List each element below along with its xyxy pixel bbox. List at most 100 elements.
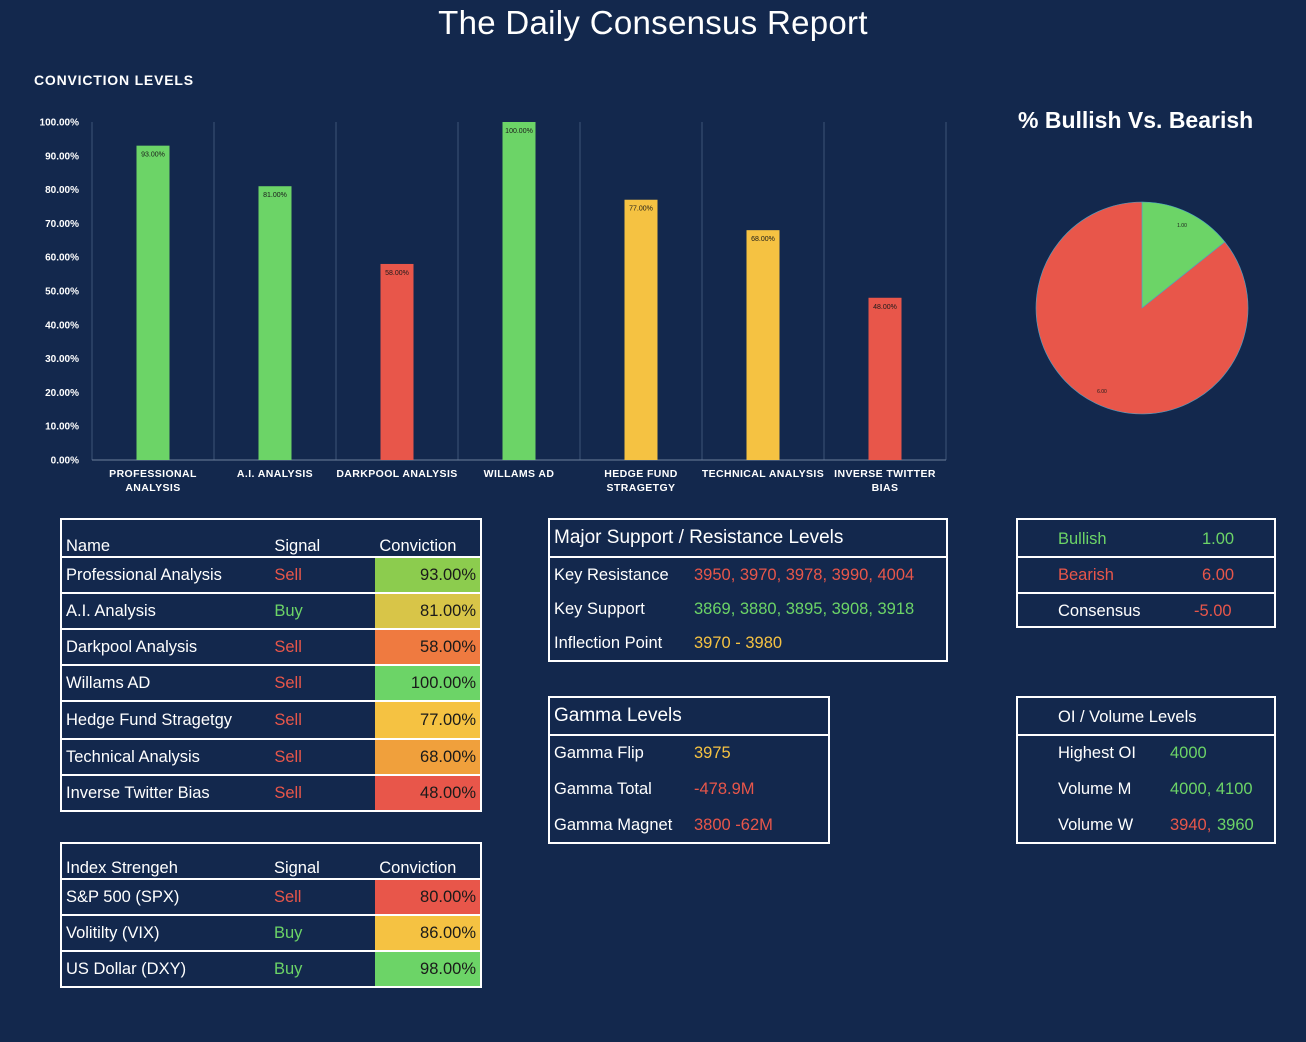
row-conviction: 93.00% <box>375 557 481 594</box>
row-name: Professional Analysis <box>61 557 271 594</box>
row-signal: Buy <box>273 959 303 978</box>
row-name: Darkpool Analysis <box>61 629 271 666</box>
index-row: US Dollar (DXY) Buy 98.00% <box>61 951 481 987</box>
signal-row: Darkpool Analysis Sell 58.00% <box>61 629 481 666</box>
consensus-label: Consensus <box>1058 602 1141 620</box>
signal-row: Inverse Twitter Bias Sell 48.00% <box>61 775 481 811</box>
volume-m-label: Volume M <box>1058 780 1132 798</box>
bar-data-label: 58.00% <box>385 270 409 277</box>
row-conviction: 77.00% <box>375 701 481 740</box>
index-strength-table: Index Strengeh Signal Conviction S&P 500… <box>60 842 482 988</box>
highest-oi-label: Highest OI <box>1058 744 1136 762</box>
pie-data-label: 6.00 <box>1097 389 1107 395</box>
bar-chart-title: CONVICTION LEVELS <box>34 72 194 88</box>
consensus-value: -5.00 <box>1194 602 1232 620</box>
volume-m-value: 4000, 4100 <box>1170 780 1253 798</box>
bar <box>868 297 902 460</box>
y-tick-label: 40.00% <box>45 320 79 331</box>
inflection-point-label: Inflection Point <box>554 634 663 652</box>
bar <box>136 145 170 460</box>
x-category-label: HEDGE FUND <box>604 468 677 480</box>
row-signal: Sell <box>270 739 376 776</box>
x-category-label: ANALYSIS <box>125 482 180 494</box>
bar-data-label: 77.00% <box>629 206 653 213</box>
x-category-label: STRAGETGY <box>607 482 676 494</box>
gamma-title: Gamma Levels <box>554 705 682 726</box>
volume-w-value-b: 3960 <box>1217 816 1254 834</box>
row-name: Volitilty (VIX) <box>61 915 270 952</box>
row-signal: Buy <box>270 593 376 630</box>
y-tick-label: 60.00% <box>45 253 79 264</box>
row-conviction: 68.00% <box>375 739 481 776</box>
bar <box>380 263 414 460</box>
row-name: Inverse Twitter Bias <box>66 783 210 802</box>
row-name: A.I. Analysis <box>61 593 271 630</box>
y-tick-label: 100.00% <box>40 118 80 129</box>
key-support-value: 3869, 3880, 3895, 3908, 3918 <box>694 600 915 618</box>
row-conviction: 98.00% <box>375 951 481 987</box>
support-resistance-panel: Major Support / Resistance Levels Key Re… <box>548 518 948 662</box>
row-conviction: 58.00% <box>375 629 481 666</box>
header-conviction: Conviction <box>375 843 481 880</box>
y-tick-label: 30.00% <box>45 354 79 365</box>
x-category-label: PROFESSIONAL <box>109 468 197 480</box>
y-tick-label: 0.00% <box>51 456 79 467</box>
oi-title: OI / Volume Levels <box>1058 708 1197 726</box>
gamma-magnet-value: 3800 -62M <box>694 816 773 834</box>
bar-data-label: 68.00% <box>751 236 775 243</box>
header-signal: Signal <box>269 843 376 880</box>
conviction-bar-chart: 0.00% 10.00% 20.00% 30.00% 40.00% 50.00% 60.00… <box>40 118 947 494</box>
highest-oi-value: 4000 <box>1170 744 1207 762</box>
volume-w-label: Volume W <box>1058 816 1134 834</box>
y-tick-label: 90.00% <box>45 151 79 162</box>
index-row: Volitilty (VIX) Buy 86.00% <box>61 915 481 952</box>
row-conviction: 100.00% <box>375 665 481 702</box>
row-name: US Dollar (DXY) <box>66 959 187 978</box>
row-signal: Buy <box>269 915 376 952</box>
x-category-label: INVERSE TWITTER <box>834 468 936 480</box>
bar-data-label: 100.00% <box>505 128 533 135</box>
levels-title: Major Support / Resistance Levels <box>554 527 844 548</box>
x-category-label: WILLAMS AD <box>484 468 555 480</box>
row-signal: Sell <box>270 629 376 666</box>
key-resistance-value: 3950, 3970, 3978, 3990, 4004 <box>694 566 915 584</box>
row-signal: Sell <box>269 879 376 916</box>
bearish-label: Bearish <box>1058 566 1114 584</box>
index-row: S&P 500 (SPX) Sell 80.00% <box>61 879 481 916</box>
bar <box>624 199 658 460</box>
x-category-label: TECHNICAL ANALYSIS <box>702 468 824 480</box>
signal-row: Professional Analysis Sell 93.00% <box>61 557 481 594</box>
signals-table: Name Signal Conviction Professional Anal… <box>60 518 482 812</box>
bar-data-label: 48.00% <box>873 304 897 311</box>
gamma-total-label: Gamma Total <box>554 780 652 798</box>
row-name: Willams AD <box>61 665 271 702</box>
header-conviction: Conviction <box>375 519 481 558</box>
row-conviction: 81.00% <box>375 593 481 630</box>
y-tick-label: 80.00% <box>45 185 79 196</box>
y-tick-label: 50.00% <box>45 287 79 298</box>
header-signal: Signal <box>270 519 376 558</box>
key-resistance-label: Key Resistance <box>554 566 669 584</box>
x-category-label: BIAS <box>872 482 899 494</box>
gamma-total-value: -478.9M <box>694 780 755 798</box>
row-signal: Sell <box>270 701 376 740</box>
bar-data-label: 81.00% <box>263 192 287 199</box>
y-tick-label: 70.00% <box>45 219 79 230</box>
gamma-flip-label: Gamma Flip <box>554 744 644 762</box>
signal-row: Hedge Fund Stragetgy Sell 77.00% <box>61 701 481 740</box>
volume-w-value-a: 3940, <box>1170 816 1212 834</box>
row-name: Technical Analysis <box>61 739 271 776</box>
bearish-value: 6.00 <box>1202 566 1235 584</box>
bar <box>502 122 536 460</box>
oi-volume-panel: OI / Volume Levels Highest OI 4000 Volume… <box>1016 696 1276 844</box>
row-name: S&P 500 (SPX) <box>61 879 270 916</box>
row-signal: Sell <box>270 557 376 594</box>
signal-row: Technical Analysis Sell 68.00% <box>61 739 481 776</box>
header-name: Name <box>61 519 271 558</box>
row-name: Hedge Fund Stragetgy <box>61 701 271 740</box>
bar <box>746 230 780 460</box>
row-conviction: 48.00% <box>375 775 481 811</box>
bullish-label: Bullish <box>1058 530 1107 548</box>
row-conviction: 86.00% <box>375 915 481 952</box>
x-category-label: DARKPOOL ANALYSIS <box>336 468 457 480</box>
